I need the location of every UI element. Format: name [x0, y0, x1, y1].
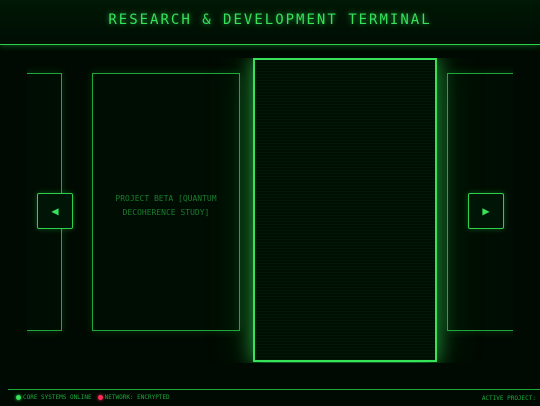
- project-carousel: PROJECT BETA [QUANTUM DECOHERENCE STUDY]: [27, 58, 513, 363]
- online-indicator-icon: [16, 395, 21, 400]
- header: RESEARCH & DEVELOPMENT TERMINAL: [0, 0, 540, 45]
- status-core: CORE SYSTEMS ONLINE: [23, 394, 92, 401]
- page-title: RESEARCH & DEVELOPMENT TERMINAL: [108, 12, 432, 28]
- project-card-active[interactable]: [253, 58, 437, 362]
- system-status: CORE SYSTEMS ONLINE NETWORK: ENCRYPTED: [16, 394, 172, 401]
- project-card-label: PROJECT BETA [QUANTUM DECOHERENCE STUDY]: [115, 194, 217, 217]
- active-project-label: ACTIVE PROJECT:: [481, 395, 536, 402]
- project-card-beta[interactable]: PROJECT BETA [QUANTUM DECOHERENCE STUDY]: [92, 73, 240, 331]
- status-bar: CORE SYSTEMS ONLINE NETWORK: ENCRYPTED A…: [8, 389, 540, 406]
- status-network: NETWORK: ENCRYPTED: [104, 394, 170, 401]
- arrow-left-icon: ◀: [51, 204, 59, 218]
- arrow-right-icon: ▶: [482, 204, 490, 218]
- network-indicator-icon: [97, 395, 103, 400]
- carousel-prev-button[interactable]: ◀: [37, 193, 73, 229]
- carousel-next-button[interactable]: ▶: [468, 193, 504, 229]
